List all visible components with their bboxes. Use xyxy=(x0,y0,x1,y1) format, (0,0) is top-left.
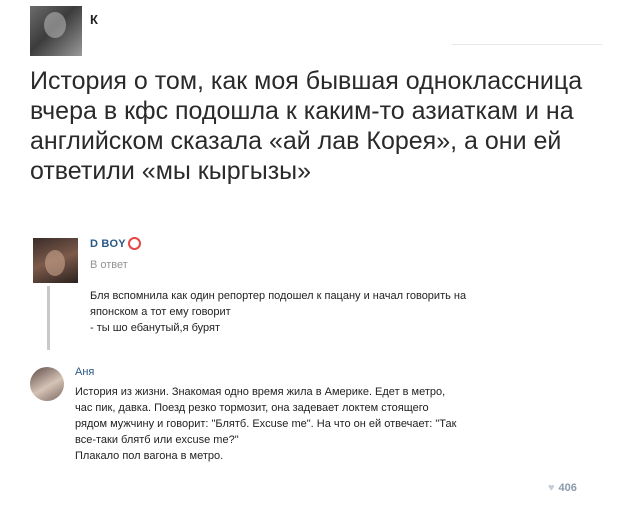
quote-subtitle: В ответ xyxy=(90,259,128,271)
comment-line: час пик, давка. Поезд резко тормозит, он… xyxy=(75,402,429,414)
ring-icon xyxy=(127,237,141,250)
comment-author[interactable]: Аня xyxy=(75,366,94,378)
comment-line: История из жизни. Знакомая одно время жи… xyxy=(75,386,446,398)
post-text: История о том, как моя бывшая одноклассн… xyxy=(30,67,583,185)
header-divider xyxy=(452,44,602,45)
quote-avatar[interactable] xyxy=(33,238,78,283)
like-button[interactable]: ♥ 406 xyxy=(548,482,577,494)
quote-line: японском а тот ему говорит xyxy=(90,306,231,318)
quote-line: Бля вспомнила как один репортер подошел … xyxy=(90,290,467,302)
quote-text: Бля вспомнила как один репортер подошел … xyxy=(90,288,570,336)
quote-line: - ты шо ебанутый,я бурят xyxy=(90,322,221,334)
author-avatar[interactable] xyxy=(30,6,82,56)
quote-author[interactable]: D BOY xyxy=(90,237,141,250)
post-header: К xyxy=(30,6,98,56)
comment-line: все-таки блятб или excuse me?" xyxy=(75,434,239,446)
heart-icon: ♥ xyxy=(548,482,555,494)
comment-line: рядом мужчину и говорит: "Блятб. Excuse … xyxy=(75,418,457,430)
quote-bar xyxy=(47,286,50,350)
comment-avatar[interactable] xyxy=(30,367,64,401)
comment-line: Плакало пол вагона в метро. xyxy=(75,450,224,462)
author-name[interactable]: К xyxy=(90,12,98,27)
like-count: 406 xyxy=(558,482,577,494)
comment-text: История из жизни. Знакомая одно время жи… xyxy=(75,384,585,464)
quote-author-name[interactable]: D BOY xyxy=(90,238,126,250)
